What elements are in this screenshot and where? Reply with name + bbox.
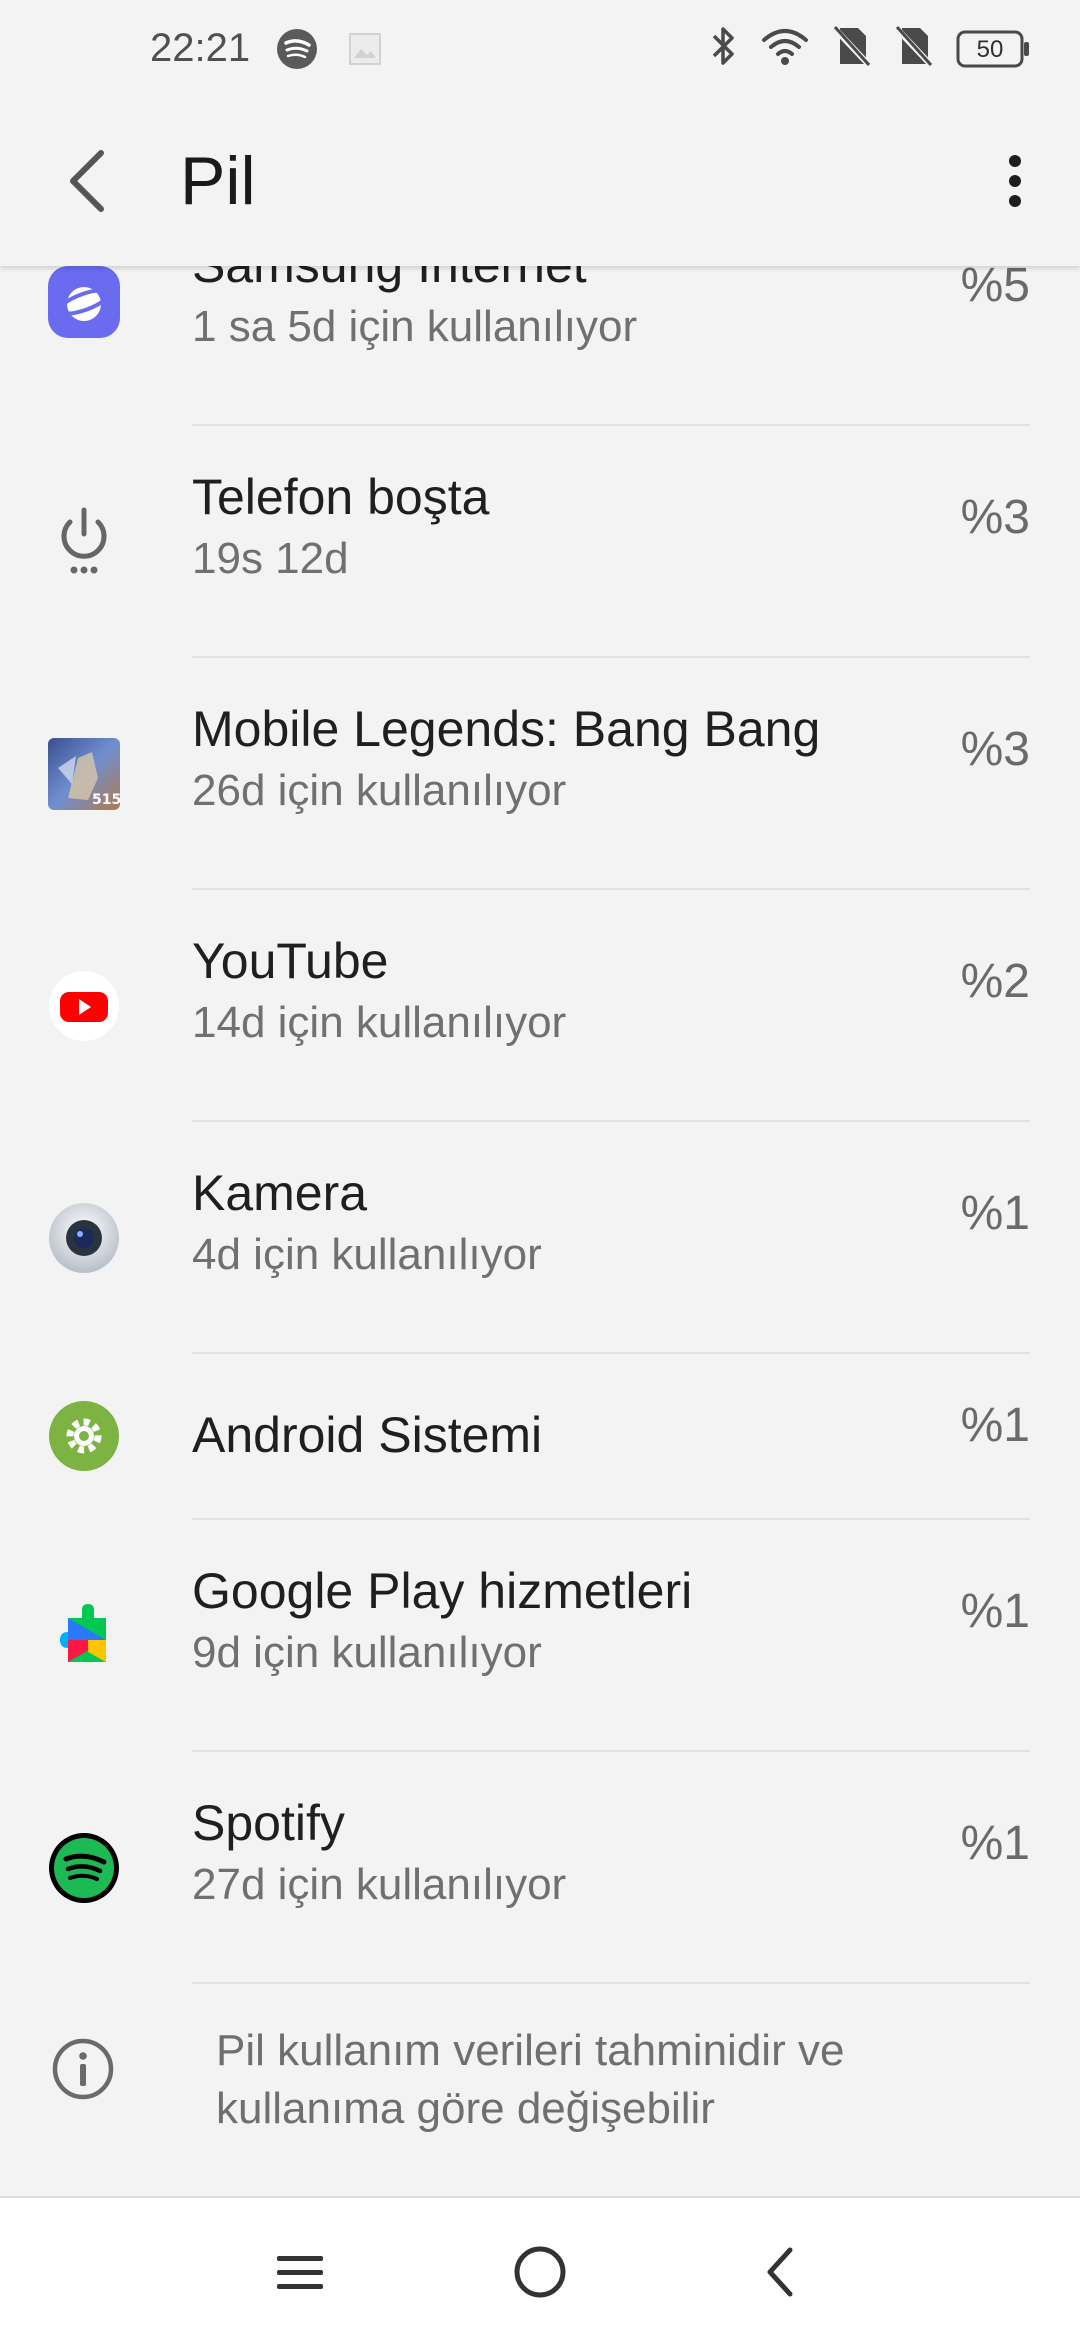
app-battery-percent: %1	[960, 1187, 1030, 1240]
list-item-google-play-services[interactable]: Google Play hizmetleri 9d için kullanılı…	[0, 1520, 1080, 1752]
list-item-phone-idle[interactable]: Telefon boşta 19s 12d %3	[0, 426, 1080, 658]
app-battery-percent: %1	[960, 1585, 1030, 1638]
power-idle-icon	[44, 502, 124, 582]
no-sim-icon	[831, 24, 873, 73]
more-vert-icon	[1009, 155, 1021, 207]
page-title: Pil	[180, 143, 256, 219]
recent-apps-button[interactable]	[260, 2232, 340, 2312]
home-icon	[514, 2246, 566, 2298]
samsung-internet-icon	[44, 266, 124, 342]
battery-level: 50	[976, 35, 1004, 63]
back-nav-button[interactable]	[740, 2232, 820, 2312]
list-item-spotify[interactable]: Spotify 27d için kullanılıyor %1	[0, 1752, 1080, 1984]
row-divider	[192, 1982, 1030, 1984]
navigation-bar	[0, 2196, 1080, 2342]
spotify-icon	[44, 1828, 124, 1908]
status-right-icons: 50	[708, 24, 1030, 73]
app-name: YouTube	[192, 933, 389, 989]
app-name: Samsung Internet	[192, 266, 587, 294]
app-usage-time: 4d için kullanılıyor	[192, 1230, 542, 1279]
app-bar: Pil	[0, 96, 1080, 266]
wifi-icon	[760, 24, 810, 73]
app-battery-percent: %1	[960, 1817, 1030, 1870]
google-play-services-icon	[44, 1596, 124, 1676]
battery-info-note: Pil kullanım verileri tahminidir ve kull…	[0, 2020, 1080, 2190]
app-usage-time: 26d için kullanılıyor	[192, 766, 567, 815]
list-item-android-system[interactable]: Android Sistemi %1	[0, 1354, 1080, 1520]
app-name: Google Play hizmetleri	[192, 1563, 693, 1619]
app-name: Mobile Legends: Bang Bang	[192, 701, 821, 757]
app-usage-time: 1 sa 5d için kullanılıyor	[192, 302, 638, 351]
no-sim-icon	[893, 24, 935, 73]
app-usage-time: 14d için kullanılıyor	[192, 998, 567, 1047]
list-item-camera[interactable]: Kamera 4d için kullanılıyor %1	[0, 1122, 1080, 1354]
app-battery-percent: %1	[960, 1399, 1030, 1452]
bluetooth-icon	[708, 24, 738, 73]
home-button[interactable]	[500, 2232, 580, 2312]
chevron-left-icon	[70, 150, 104, 212]
app-usage-time: 19s 12d	[192, 534, 349, 583]
battery-icon: 50	[956, 29, 1030, 69]
app-name: Telefon boşta	[192, 469, 490, 525]
menu-icon	[277, 2256, 323, 2289]
svg-text:515: 515	[92, 792, 120, 808]
back-button[interactable]	[52, 146, 122, 216]
camera-icon	[44, 1198, 124, 1278]
status-left-icons	[276, 28, 382, 75]
status-time: 22:21	[150, 26, 251, 70]
spotify-icon	[276, 28, 318, 75]
android-system-icon	[44, 1396, 124, 1476]
more-options-button[interactable]	[990, 146, 1040, 216]
list-item-mobile-legends[interactable]: 515 Mobile Legends: Bang Bang 26d için k…	[0, 658, 1080, 890]
info-note-text: Pil kullanım verileri tahminidir ve kull…	[216, 2026, 845, 2133]
app-usage-time: 27d için kullanılıyor	[192, 1860, 567, 1909]
app-battery-percent: %3	[960, 491, 1030, 544]
image-icon	[348, 32, 382, 71]
app-battery-percent: %2	[960, 955, 1030, 1008]
app-usage-time: 9d için kullanılıyor	[192, 1628, 542, 1677]
app-name: Android Sistemi	[192, 1407, 543, 1463]
list-item-samsung-internet[interactable]: Samsung Internet 1 sa 5d için kullanılıy…	[0, 266, 1080, 426]
app-name: Spotify	[192, 1795, 345, 1851]
app-battery-percent: %3	[960, 723, 1030, 776]
status-bar: 22:21 50	[0, 0, 1080, 96]
mobile-legends-icon: 515	[44, 734, 124, 814]
app-name: Kamera	[192, 1165, 368, 1221]
youtube-icon	[44, 966, 124, 1046]
back-icon	[767, 2247, 793, 2297]
app-usage-list: Samsung Internet 1 sa 5d için kullanılıy…	[0, 266, 1080, 2196]
info-icon	[50, 2036, 120, 2106]
list-item-youtube[interactable]: YouTube 14d için kullanılıyor %2	[0, 890, 1080, 1122]
app-battery-percent: %5	[960, 266, 1030, 312]
